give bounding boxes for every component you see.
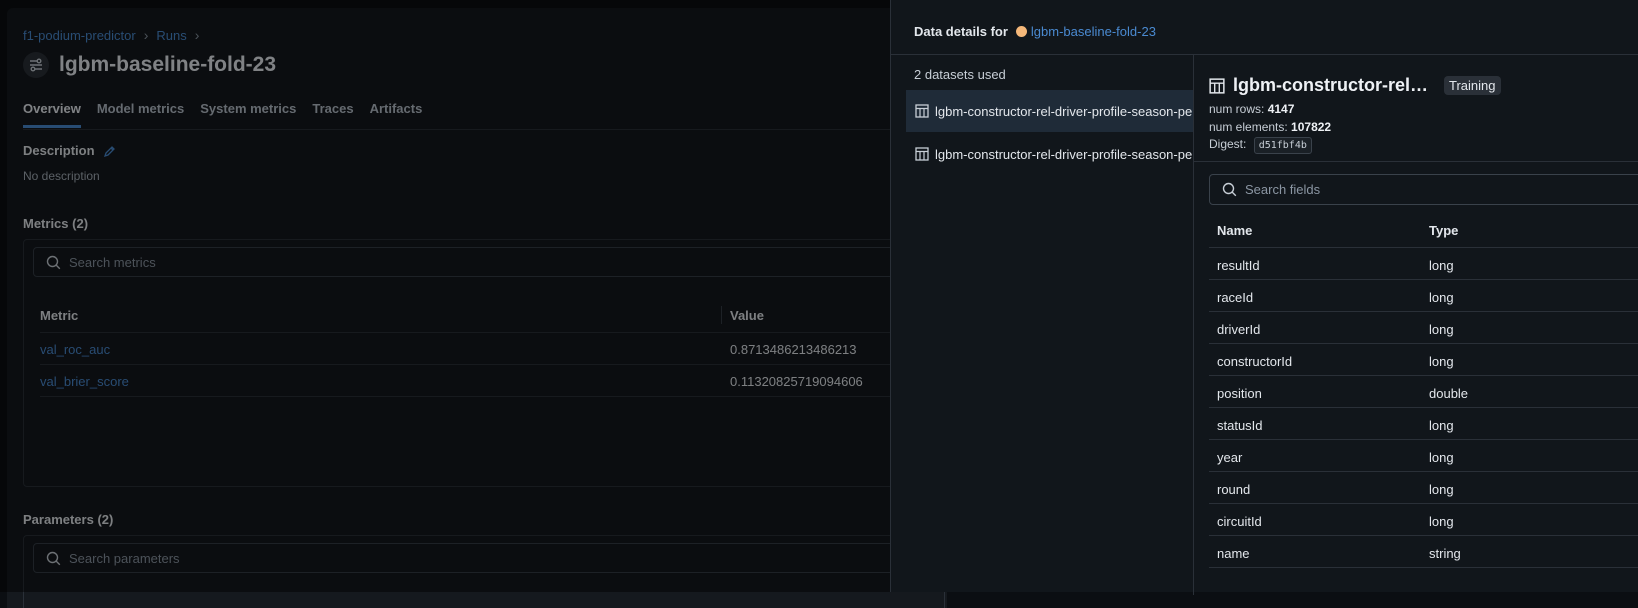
field-name: raceId bbox=[1217, 290, 1254, 305]
table-row: driverId long bbox=[1209, 312, 1638, 344]
num-rows-value: 4147 bbox=[1267, 102, 1295, 116]
table-row: circuitId long bbox=[1209, 504, 1638, 536]
table-icon bbox=[1209, 77, 1225, 94]
table-icon bbox=[915, 147, 929, 161]
dataset-item[interactable]: lgbm-constructor-rel-driver-profile-seas… bbox=[906, 90, 1193, 132]
dataset-item-label: lgbm-constructor-rel-driver-profile-seas… bbox=[935, 103, 1193, 119]
schema-rows: resultId long raceId long driverId long constr… bbox=[1209, 248, 1638, 568]
field-type: long bbox=[1429, 418, 1454, 433]
field-type: double bbox=[1429, 386, 1469, 401]
field-name: driverId bbox=[1217, 322, 1261, 337]
digest-label: Digest: bbox=[1209, 137, 1247, 151]
field-type: long bbox=[1429, 354, 1454, 369]
run-link[interactable]: lgbm-baseline-fold-23 bbox=[1031, 24, 1156, 39]
dataset-list: 2 datasets used lgbm-constructor-rel-dri… bbox=[891, 55, 1194, 595]
field-name: statusId bbox=[1217, 418, 1263, 433]
num-elements: num elements: 107822 bbox=[1209, 120, 1331, 134]
field-type: long bbox=[1429, 258, 1454, 273]
field-type: long bbox=[1429, 514, 1454, 529]
table-icon bbox=[915, 104, 929, 118]
field-name: constructorId bbox=[1217, 354, 1293, 369]
table-row: raceId long bbox=[1209, 280, 1638, 312]
field-type: long bbox=[1429, 482, 1454, 497]
num-rows: num rows: 4147 bbox=[1209, 102, 1294, 116]
type-column-header: Type bbox=[1429, 223, 1459, 238]
table-row: round long bbox=[1209, 472, 1638, 504]
num-elements-value: 107822 bbox=[1291, 120, 1332, 134]
field-type: long bbox=[1429, 290, 1454, 305]
name-column-header: Name bbox=[1217, 223, 1253, 238]
dataset-item-label: lgbm-constructor-rel-driver-profile-seas… bbox=[935, 146, 1193, 162]
drawer-header: Data details for lgbm-baseline-fold-23 bbox=[891, 0, 1638, 55]
table-row: constructorId long bbox=[1209, 344, 1638, 376]
field-type: long bbox=[1429, 322, 1454, 337]
data-details-drawer: Data details for lgbm-baseline-fold-23 2… bbox=[890, 0, 1638, 595]
field-name: resultId bbox=[1217, 258, 1260, 273]
dataset-title-row: lgbm-constructor-rel… Training bbox=[1209, 75, 1501, 96]
schema-table: Name Type resultId long raceId long driverId… bbox=[1209, 212, 1638, 568]
field-type: long bbox=[1429, 450, 1454, 465]
field-type: string bbox=[1429, 546, 1461, 561]
digest-value: d51fbf4b bbox=[1253, 137, 1312, 154]
dataset-item[interactable]: lgbm-constructor-rel-driver-profile-seas… bbox=[906, 133, 1193, 175]
field-name: name bbox=[1217, 546, 1250, 561]
table-row: statusId long bbox=[1209, 408, 1638, 440]
search-icon bbox=[1222, 182, 1237, 197]
table-row: position double bbox=[1209, 376, 1638, 408]
dataset-count: 2 datasets used bbox=[914, 67, 1006, 82]
field-name: year bbox=[1217, 450, 1243, 465]
context-badge: Training bbox=[1444, 76, 1501, 95]
digest-row: Digest: d51fbf4b bbox=[1209, 137, 1312, 154]
table-row: resultId long bbox=[1209, 248, 1638, 280]
drawer-title: Data details for lgbm-baseline-fold-23 bbox=[914, 24, 1156, 39]
field-name: position bbox=[1217, 386, 1262, 401]
detail-divider bbox=[1194, 161, 1638, 162]
fields-search-placeholder: Search fields bbox=[1245, 182, 1321, 197]
fields-search-input[interactable]: Search fields bbox=[1209, 174, 1638, 205]
field-name: round bbox=[1217, 482, 1251, 497]
field-name: circuitId bbox=[1217, 514, 1262, 529]
drawer-title-label: Data details for bbox=[914, 24, 1008, 39]
num-elements-label: num elements: bbox=[1209, 120, 1288, 134]
table-row: name string bbox=[1209, 536, 1638, 568]
schema-table-header: Name Type bbox=[1209, 212, 1638, 248]
dataset-title: lgbm-constructor-rel… bbox=[1233, 75, 1429, 95]
num-rows-label: num rows: bbox=[1209, 102, 1265, 116]
run-color-dot bbox=[1015, 26, 1027, 37]
dataset-detail: lgbm-constructor-rel… Training num rows:… bbox=[1194, 55, 1638, 595]
modal-overlay[interactable] bbox=[0, 0, 940, 592]
table-row: year long bbox=[1209, 440, 1638, 472]
